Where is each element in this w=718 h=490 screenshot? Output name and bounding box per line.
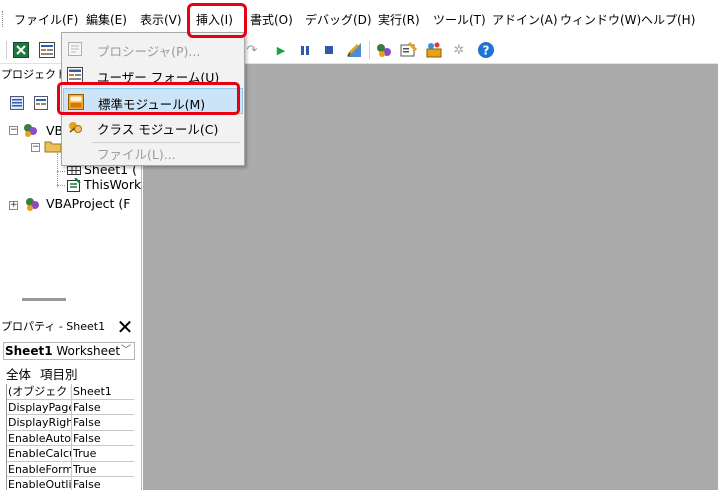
property-name: (オブジェクト名) (7, 384, 72, 399)
menu-item-label: クラス モジュール(C) (97, 122, 219, 137)
menu-debug[interactable]: デバッグ(D) (305, 11, 372, 29)
insert-dropdown-menu: プロシージャ(P)... ユーザー フォーム(U) 標準モジュール(M) クラス… (61, 32, 245, 166)
menu-help[interactable]: ヘルプ(H) (641, 11, 695, 29)
toolbar-grip (6, 41, 7, 59)
close-icon[interactable]: ✕ (114, 316, 136, 338)
toolbar-separator (369, 41, 370, 59)
userform-icon (67, 67, 83, 83)
tree-expand-toggle[interactable]: + (9, 201, 18, 210)
break-icon[interactable] (296, 41, 314, 59)
menu-bar: ファイル(F) 編集(E) 表示(V) 挿入(I) 書式(O) デバッグ(D) … (0, 0, 718, 36)
property-value[interactable]: True (72, 462, 134, 477)
reset-icon[interactable] (320, 41, 338, 59)
menu-item-standard-module[interactable]: 標準モジュール(M) (63, 88, 243, 114)
tree-connector (57, 171, 65, 172)
insert-userform-icon[interactable] (38, 41, 56, 59)
property-row[interactable]: EnableOutliningFalse (7, 477, 134, 490)
property-value[interactable]: True (72, 446, 134, 461)
property-value[interactable]: False (72, 431, 134, 446)
menu-item-label: ファイル(L)... (97, 147, 176, 162)
property-name: EnableCalculation (7, 446, 72, 461)
procedure-icon (67, 41, 83, 57)
menu-view[interactable]: 表示(V) (140, 11, 182, 29)
properties-grid: (オブジェクト名)Sheet1 DisplayPageBreaksFalse D… (6, 384, 134, 490)
chevron-down-icon: ﹀ (121, 345, 131, 356)
object-selector-dropdown[interactable]: Sheet1 Worksheet ﹀ (3, 342, 135, 360)
property-name: EnableFormatConditionsCalculation (8, 461, 72, 476)
menu-edit[interactable]: 編集(E) (86, 11, 127, 29)
property-name: EnableOutlining (8, 477, 72, 490)
tree-folder-toggle[interactable]: − (31, 143, 40, 152)
properties-window-icon[interactable] (400, 41, 418, 59)
vbaproject-icon (24, 196, 42, 215)
tab-categorized[interactable]: 項目別 (40, 364, 78, 383)
menu-run[interactable]: 実行(R) (378, 11, 420, 29)
property-row[interactable]: EnableFormatConditionsCalculationTrue (7, 461, 134, 477)
property-name: DisplayRightToLeft (8, 415, 72, 430)
menu-item-class-module[interactable]: クラス モジュール(C) (63, 114, 243, 140)
menu-file[interactable]: ファイル(F) (14, 11, 78, 29)
project-explorer-icon[interactable] (375, 41, 393, 59)
view-code-icon[interactable] (10, 96, 24, 113)
property-value[interactable]: Sheet1 (72, 384, 134, 399)
property-row[interactable]: (オブジェクト名)Sheet1 (7, 384, 134, 400)
tree-second-project-label[interactable]: VBAProject (F (46, 196, 142, 211)
menu-item-userform[interactable]: ユーザー フォーム(U) (63, 62, 243, 88)
help-icon[interactable]: ? (477, 41, 495, 59)
tree-connector (57, 153, 58, 187)
menu-format[interactable]: 書式(O) (250, 11, 293, 29)
menu-item-procedure[interactable]: プロシージャ(P)... (63, 36, 243, 62)
tree-connector (57, 185, 65, 186)
menu-window[interactable]: ウィンドウ(W) (560, 11, 641, 29)
properties-panel: プロパティ - Sheet1 ✕ Sheet1 Worksheet ﹀ 全体 項… (0, 312, 142, 490)
menubar-grip (2, 11, 4, 27)
property-row[interactable]: EnableCalculationTrue (7, 446, 134, 462)
redo-icon[interactable]: ↷ (243, 41, 261, 59)
menu-item-label: 標準モジュール(M) (98, 97, 206, 112)
property-name: DisplayPageBreaks (7, 399, 72, 414)
tree-collapse-toggle[interactable]: − (9, 126, 18, 135)
folder-icon (44, 139, 62, 156)
menu-item-file[interactable]: ファイル(L)... (63, 139, 243, 165)
tab-alphabetic[interactable]: 全体 (6, 364, 31, 383)
properties-panel-title: プロパティ - Sheet1 (1, 320, 106, 333)
view-object-icon[interactable] (34, 96, 48, 113)
toolbox-icon[interactable]: ✲ (450, 41, 468, 59)
module-icon (68, 94, 84, 110)
panel-splitter-handle[interactable] (22, 298, 66, 301)
object-browser-icon[interactable] (425, 41, 443, 59)
svg-text:?: ? (483, 44, 490, 58)
menu-item-label: ユーザー フォーム(U) (97, 70, 220, 85)
menu-insert[interactable]: 挿入(I) (196, 11, 233, 29)
run-icon[interactable]: ▶ (272, 41, 290, 59)
selected-object-name: Sheet1 (5, 344, 53, 358)
menu-addins[interactable]: アドイン(A) (492, 11, 558, 29)
menu-tools[interactable]: ツール(T) (433, 11, 486, 29)
property-value[interactable]: False (72, 415, 134, 430)
selected-object-type: Worksheet (56, 344, 121, 358)
class-module-icon (67, 119, 83, 135)
property-row[interactable]: EnableAutoFilterFalse (7, 430, 134, 446)
property-value[interactable]: False (72, 477, 134, 490)
property-row[interactable]: DisplayRightToLeftFalse (7, 415, 134, 431)
property-row[interactable]: DisplayPageBreaksFalse (7, 399, 134, 415)
vbaproject-icon (22, 122, 40, 141)
view-excel-icon[interactable] (12, 41, 30, 59)
property-value[interactable]: False (72, 400, 134, 415)
property-name: EnableAutoFilter (8, 430, 72, 445)
tree-thisworkbook-label[interactable]: ThisWork (84, 177, 142, 192)
menu-item-label: プロシージャ(P)... (97, 44, 201, 59)
thisworkbook-icon (67, 177, 81, 195)
design-mode-icon[interactable] (345, 41, 363, 59)
